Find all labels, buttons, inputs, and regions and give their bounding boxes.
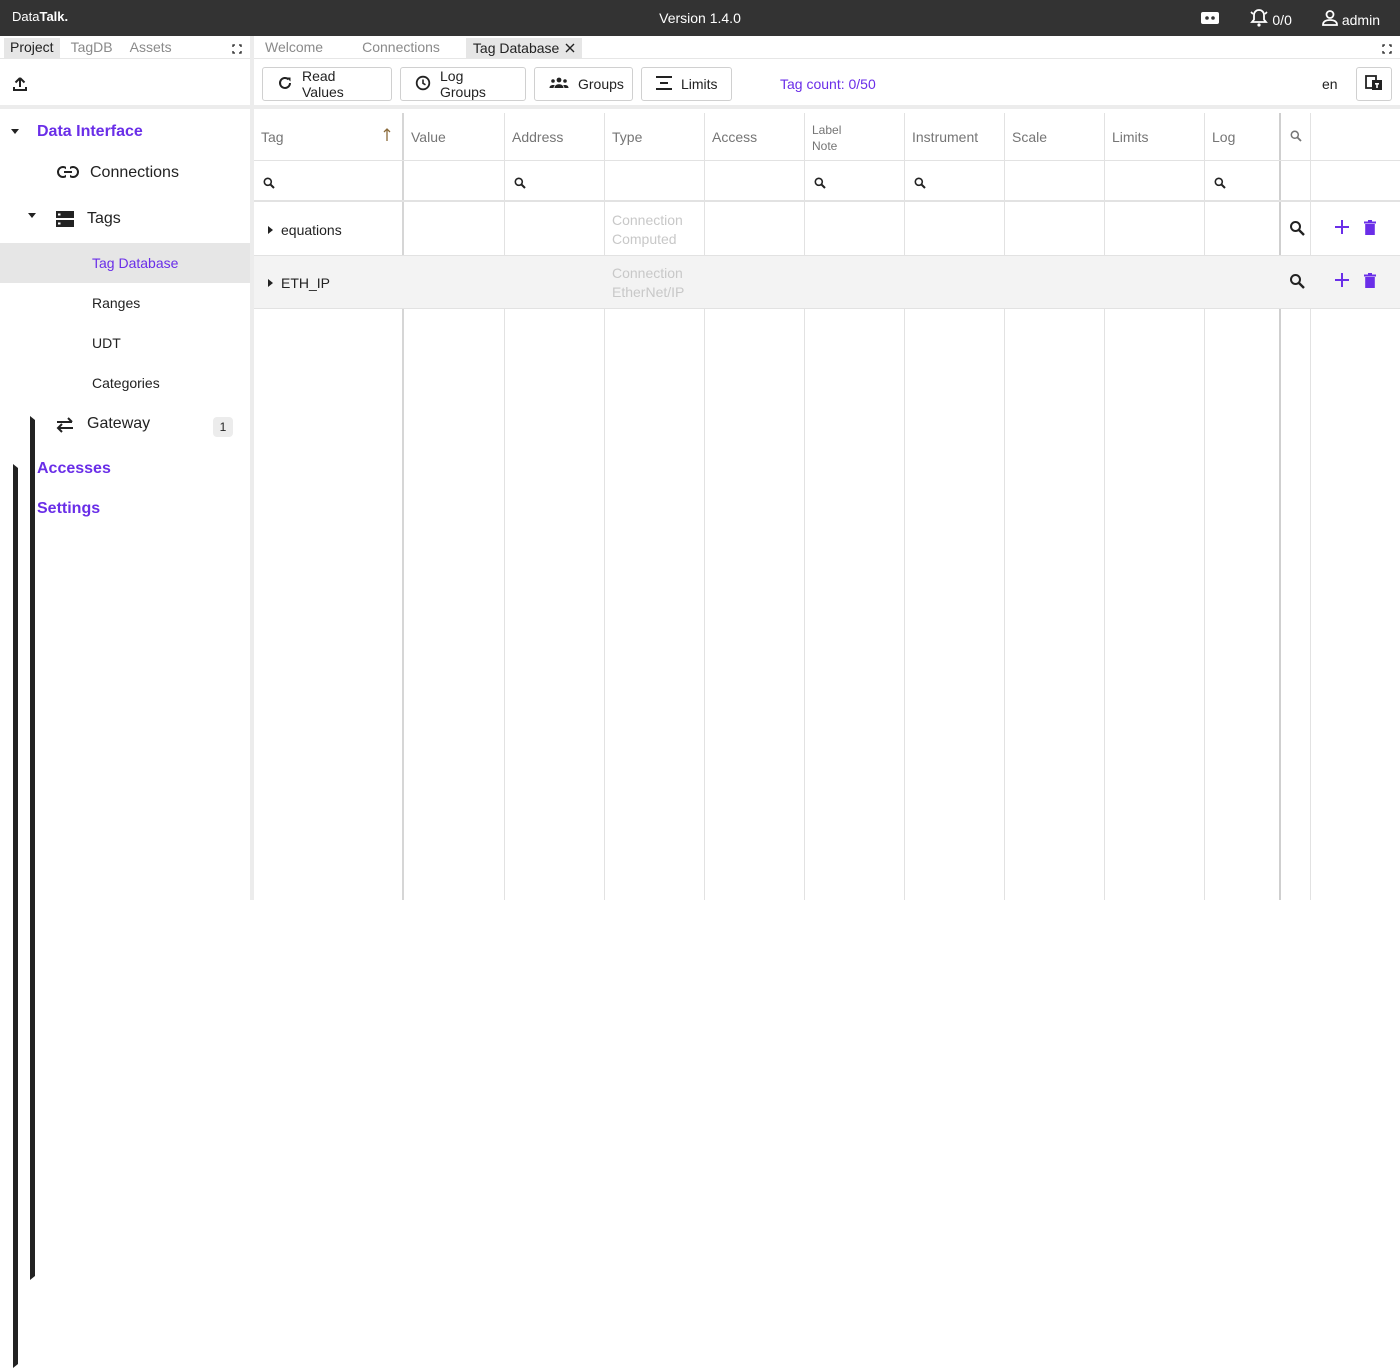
main-panel: Welcome Connections Tag Database Read Va… xyxy=(254,36,1400,900)
search-icon[interactable] xyxy=(1290,129,1302,145)
search-icon[interactable] xyxy=(1289,273,1305,292)
maximize-icon[interactable] xyxy=(1382,41,1392,57)
tab-welcome[interactable]: Welcome xyxy=(258,38,330,58)
filter-label-search-icon[interactable] xyxy=(814,176,826,192)
gateway-count-badge: 1 xyxy=(213,417,233,437)
tree-settings[interactable]: Settings xyxy=(0,495,250,1368)
translate-icon xyxy=(1365,74,1383,94)
tree-item-udt[interactable]: UDT xyxy=(0,323,250,363)
tree-item-ranges[interactable]: Ranges xyxy=(0,283,250,323)
header-scale[interactable]: Scale xyxy=(1012,129,1047,145)
left-panel: Project TagDB Assets Data Interface Conn… xyxy=(0,36,250,1368)
tree-data-interface[interactable]: Data Interface xyxy=(0,119,250,147)
header-value[interactable]: Value xyxy=(411,129,446,145)
tab-assets[interactable]: Assets xyxy=(124,38,178,58)
add-icon[interactable] xyxy=(1335,273,1349,290)
user-name: admin xyxy=(1341,11,1380,28)
filter-row xyxy=(254,161,1400,202)
delete-icon[interactable] xyxy=(1364,273,1376,291)
caret-down-icon xyxy=(28,213,36,218)
expand-row-icon[interactable] xyxy=(268,226,273,234)
add-icon[interactable] xyxy=(1335,220,1349,237)
alarms-button[interactable]: 0/0 xyxy=(1248,8,1292,31)
header-address[interactable]: Address xyxy=(512,129,563,145)
limits-button[interactable]: Limits xyxy=(641,67,732,101)
filter-instrument-search-icon[interactable] xyxy=(914,176,926,192)
delete-icon[interactable] xyxy=(1364,220,1376,238)
groups-icon xyxy=(549,76,569,93)
filter-log-search-icon[interactable] xyxy=(1214,176,1226,192)
header-log[interactable]: Log xyxy=(1212,129,1235,145)
log-groups-button[interactable]: Log Groups xyxy=(400,67,526,101)
read-values-button[interactable]: Read Values xyxy=(262,67,392,101)
tag-count: Tag count: 0/50 xyxy=(780,76,876,92)
tab-tag-database[interactable]: Tag Database xyxy=(465,38,583,58)
groups-button[interactable]: Groups xyxy=(534,67,633,101)
tree-connections[interactable]: Connections xyxy=(0,157,250,189)
header-label-note[interactable]: Label Note xyxy=(812,122,841,154)
tab-connections[interactable]: Connections xyxy=(355,38,447,58)
table-row[interactable]: equations Connection Computed xyxy=(254,203,1400,256)
left-toolbar xyxy=(0,59,250,109)
tree-tags[interactable]: Tags xyxy=(0,203,250,235)
app-logo: DataTalk. xyxy=(12,9,69,24)
header-access[interactable]: Access xyxy=(712,129,757,145)
sort-ascending-icon[interactable] xyxy=(383,128,391,145)
user-menu[interactable]: admin xyxy=(1320,8,1380,31)
language-label: en xyxy=(1322,76,1338,92)
maximize-icon[interactable] xyxy=(232,41,242,57)
tab-project[interactable]: Project xyxy=(4,38,60,58)
tag-table: Tag Value Address Type Access Label Note … xyxy=(254,113,1400,900)
tab-tagdb[interactable]: TagDB xyxy=(65,38,119,58)
search-icon[interactable] xyxy=(1289,220,1305,239)
header-instrument[interactable]: Instrument xyxy=(912,129,978,145)
limits-icon xyxy=(656,75,672,94)
editor-tabs: Welcome Connections Tag Database xyxy=(254,36,1400,59)
user-icon xyxy=(1320,8,1340,31)
header-tag[interactable]: Tag xyxy=(261,129,284,145)
language-toggle-button[interactable] xyxy=(1356,67,1392,101)
clock-icon xyxy=(415,75,431,94)
alarm-bell-icon xyxy=(1248,8,1270,31)
header-limits[interactable]: Limits xyxy=(1112,129,1149,145)
swap-arrows-icon xyxy=(55,416,75,437)
row-type: Connection Computed xyxy=(612,212,683,247)
filter-tag-search-icon[interactable] xyxy=(263,176,275,192)
top-bar: DataTalk. Version 1.4.0 0/0 admin xyxy=(0,0,1400,36)
tag-toolbar: Read Values Log Groups Groups Limits Tag… xyxy=(254,59,1400,109)
refresh-icon xyxy=(277,75,293,94)
link-icon xyxy=(57,165,79,182)
viewer-icon xyxy=(1200,10,1220,29)
tree-item-tag-database[interactable]: Tag Database xyxy=(0,243,250,283)
header-type[interactable]: Type xyxy=(612,129,642,145)
expand-row-icon[interactable] xyxy=(268,279,273,287)
filter-address-search-icon[interactable] xyxy=(514,176,526,192)
version-label: Version 1.4.0 xyxy=(659,10,741,26)
row-type: Connection EtherNet/IP xyxy=(612,265,685,300)
viewer-button[interactable] xyxy=(1200,10,1220,29)
left-tabs: Project TagDB Assets xyxy=(0,36,250,59)
close-icon[interactable] xyxy=(565,39,575,57)
alarm-count: 0/0 xyxy=(1272,11,1292,28)
caret-down-icon xyxy=(11,129,19,134)
tree-accesses[interactable]: Accesses xyxy=(0,455,250,1328)
storage-icon xyxy=(55,209,75,232)
tree-gateway[interactable]: Gateway 1 xyxy=(0,408,250,1280)
tree-item-categories[interactable]: Categories xyxy=(0,363,250,403)
upload-icon[interactable] xyxy=(12,76,28,95)
table-header: Tag Value Address Type Access Label Note … xyxy=(254,113,1400,161)
table-row[interactable]: ETH_IP Connection EtherNet/IP xyxy=(254,256,1400,309)
